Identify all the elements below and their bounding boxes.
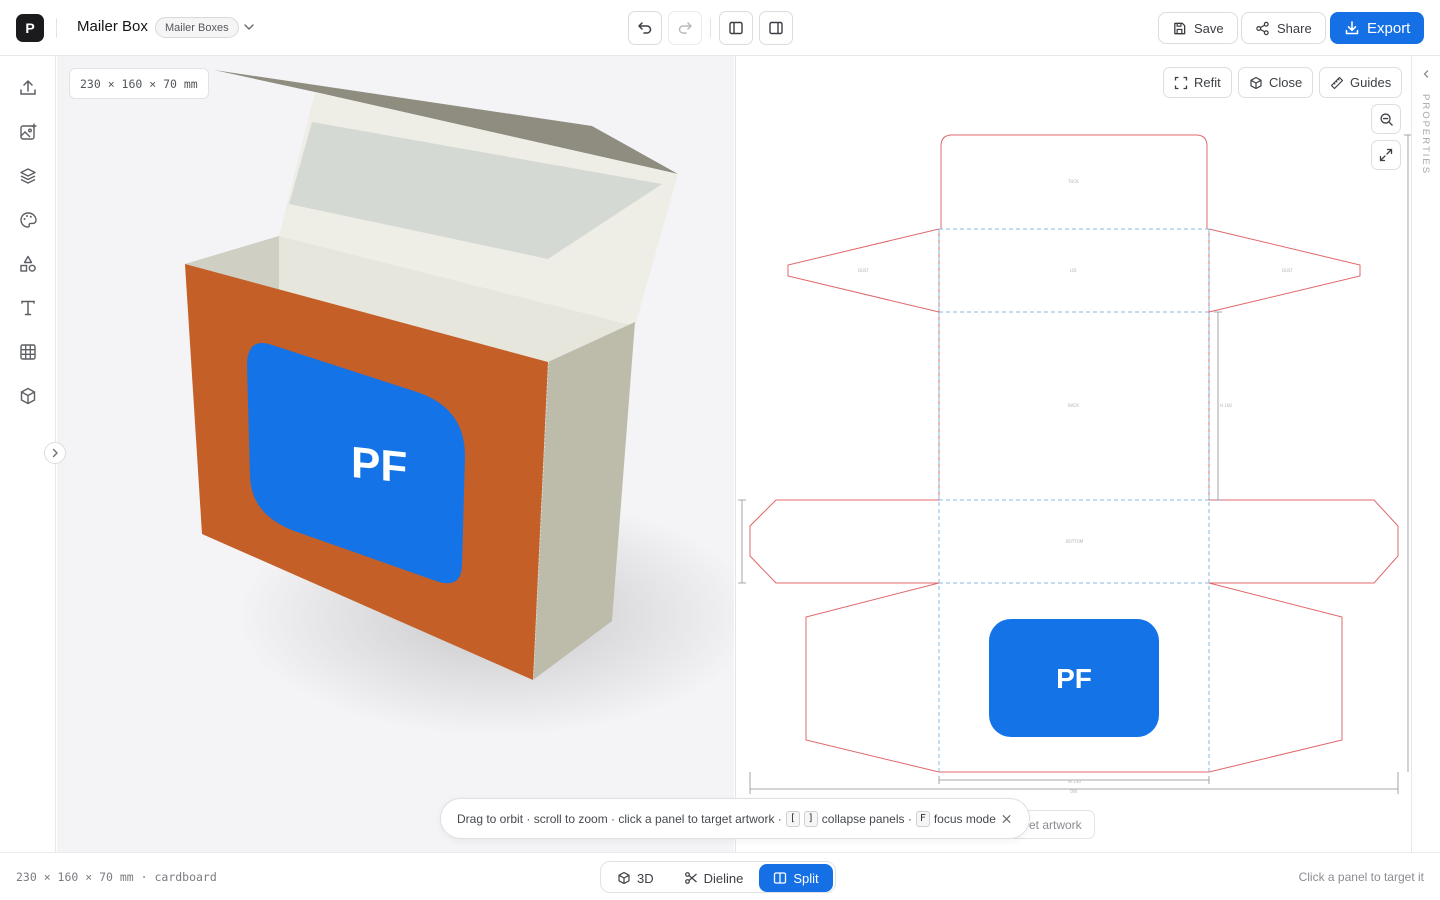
chevron-left-icon[interactable]	[1421, 69, 1431, 79]
document-title[interactable]: Mailer Box	[77, 18, 148, 35]
share-label: Share	[1277, 20, 1312, 36]
fullscreen-button[interactable]	[1371, 140, 1401, 170]
palette-icon[interactable]	[18, 210, 38, 230]
hint-text-1: Drag to orbit · scroll to zoom · click a…	[457, 811, 782, 826]
guides-button[interactable]: Guides	[1319, 67, 1403, 98]
cube-icon	[618, 871, 630, 885]
svg-text:OW: OW	[1070, 789, 1077, 794]
svg-text:BOTTOM: BOTTOM	[1066, 539, 1084, 544]
category-badge: Mailer Boxes	[155, 17, 239, 38]
panel-left-icon	[729, 21, 743, 35]
chevron-right-icon	[52, 448, 58, 458]
hint-text-2: collapse panels ·	[821, 811, 912, 826]
grid-icon[interactable]	[18, 342, 38, 362]
properties-label: PROPERTIES	[1420, 94, 1431, 176]
status-hint: Click a panel to target it	[1298, 870, 1424, 884]
image-add-icon[interactable]	[18, 122, 38, 142]
split-icon	[774, 872, 787, 884]
undo-button[interactable]	[628, 11, 662, 45]
refit-button[interactable]: Refit	[1163, 67, 1232, 98]
view-mode-3d[interactable]: 3D	[603, 864, 668, 892]
hint-text-3: focus mode	[933, 811, 996, 826]
svg-text:DUST: DUST	[858, 268, 870, 273]
divider	[56, 18, 57, 38]
refit-icon	[1174, 76, 1188, 89]
svg-text:BACK: BACK	[1068, 403, 1079, 408]
toggle-right-panel-button[interactable]	[759, 11, 793, 45]
svg-text:W 230: W 230	[1068, 779, 1081, 784]
view-mode-dieline-label: Dieline	[703, 870, 744, 886]
svg-text:TUCK: TUCK	[1067, 179, 1079, 184]
zoom-out-button[interactable]	[1371, 104, 1401, 134]
key-bracket-open: [	[785, 810, 800, 827]
svg-text:LID: LID	[1070, 268, 1077, 273]
view-mode-dieline[interactable]: Dieline	[670, 864, 758, 892]
guides-label: Guides	[1350, 75, 1392, 90]
dieline-drawing: TUCK DUST DUST LID BACK BOTTOM H 160 W 2…	[738, 134, 1411, 794]
share-icon	[1256, 21, 1269, 35]
zoom-out-icon	[1379, 112, 1393, 126]
refit-label: Refit	[1194, 75, 1221, 90]
dimensions-chip: 230 × 160 × 70 mm	[69, 68, 209, 99]
front-artwork-text: PF	[351, 438, 407, 493]
3d-viewport[interactable]: PF 230 × 160 × 70 mm	[57, 56, 734, 852]
close-icon[interactable]	[1000, 812, 1013, 826]
toggle-left-panel-button[interactable]	[719, 11, 753, 45]
box-icon	[1250, 76, 1262, 89]
scissors-icon	[684, 872, 697, 884]
dieline-viewport[interactable]: TUCK DUST DUST LID BACK BOTTOM H 160 W 2…	[735, 56, 1411, 852]
undo-icon	[638, 22, 652, 34]
svg-text:H 160: H 160	[1220, 403, 1232, 408]
close-box-button[interactable]: Close	[1238, 67, 1314, 98]
key-bracket-close: ]	[803, 810, 818, 827]
text-icon[interactable]	[18, 298, 38, 318]
view-mode-switcher: 3D Dieline Split	[600, 861, 836, 893]
dieline-artwork-text: PF	[1056, 663, 1092, 694]
share-button[interactable]: Share	[1241, 12, 1326, 44]
divider	[710, 18, 711, 38]
ruler-icon	[1330, 76, 1344, 89]
close-label: Close	[1269, 75, 1303, 90]
redo-icon	[678, 22, 692, 34]
box-3d-render: PF	[185, 70, 734, 736]
expand-rail-button[interactable]	[44, 442, 66, 464]
bottom-bar: 230 × 160 × 70 mm · cardboard 3D Dieline…	[0, 852, 1440, 900]
redo-button[interactable]	[668, 11, 702, 45]
hint-toast: Drag to orbit · scroll to zoom · click a…	[440, 798, 1030, 839]
cube-icon[interactable]	[18, 386, 38, 406]
top-bar: P Mailer Box Mailer Boxes Save Share Exp…	[0, 0, 1440, 56]
key-f: F	[915, 810, 930, 827]
export-label: Export	[1367, 19, 1411, 37]
layers-icon[interactable]	[18, 166, 38, 186]
save-button[interactable]: Save	[1158, 12, 1238, 44]
upload-icon[interactable]	[18, 78, 38, 98]
view-mode-3d-label: 3D	[637, 870, 654, 886]
save-label: Save	[1194, 20, 1224, 36]
chevron-down-icon[interactable]	[241, 19, 257, 35]
download-icon	[1345, 21, 1359, 35]
properties-rail[interactable]: PROPERTIES	[1411, 56, 1440, 852]
view-mode-split-label: Split	[793, 870, 819, 886]
export-button[interactable]: Export	[1330, 12, 1425, 44]
svg-text:DUST: DUST	[1282, 268, 1294, 273]
shapes-icon[interactable]	[18, 254, 38, 274]
view-mode-split[interactable]: Split	[759, 864, 833, 892]
app-logo[interactable]: P	[16, 14, 44, 42]
panel-right-icon	[769, 21, 783, 35]
status-dimensions: 230 × 160 × 70 mm · cardboard	[16, 870, 217, 884]
save-icon	[1174, 22, 1186, 34]
expand-icon	[1379, 148, 1393, 162]
